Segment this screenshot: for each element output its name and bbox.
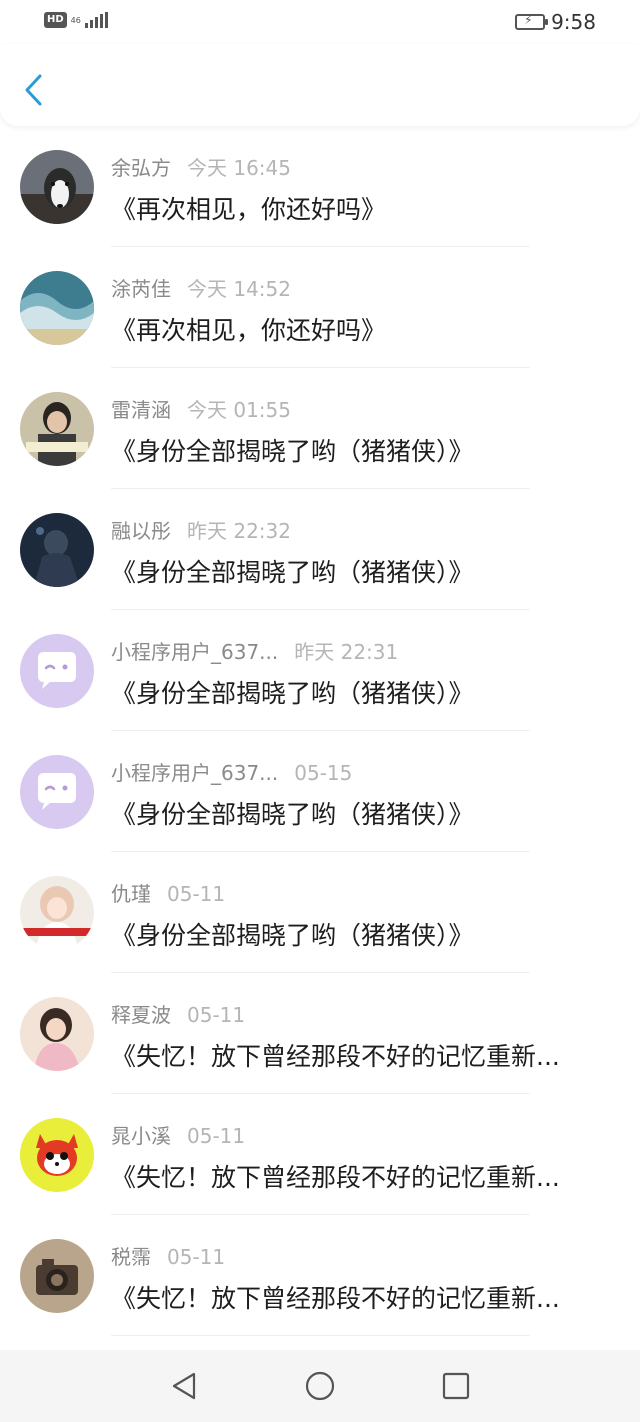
- circle-home-icon[interactable]: [304, 1370, 336, 1402]
- message-time: 05-11: [187, 1124, 246, 1148]
- list-item[interactable]: 释夏波 05-11 《失忆！放下曾经那段不好的记忆重新...: [0, 973, 640, 1094]
- hd-badge: HD: [44, 12, 67, 28]
- avatar: [20, 271, 94, 345]
- list-item[interactable]: 小程序用户_637... 昨天 22:31 《身份全部揭晓了哟（猪猪侠）》: [0, 610, 640, 731]
- sender-name: 小程序用户_637...: [111, 761, 279, 785]
- message-time: 05-15: [294, 761, 353, 785]
- message-time: 今天 16:45: [187, 156, 291, 180]
- avatar: [20, 1239, 94, 1313]
- message-meta: 涂芮佳 今天 14:52: [111, 273, 291, 302]
- message-title: 《身份全部揭晓了哟（猪猪侠）》: [111, 437, 474, 466]
- avatar: [20, 392, 94, 466]
- sender-name: 雷清涵: [111, 398, 171, 422]
- message-time: 今天 01:55: [187, 398, 291, 422]
- list-item[interactable]: 雷清涵 今天 01:55 《身份全部揭晓了哟（猪猪侠）》: [0, 368, 640, 489]
- message-meta: 融以彤 昨天 22:32: [111, 515, 291, 544]
- message-time: 05-11: [167, 1245, 226, 1269]
- message-time: 今天 14:52: [187, 277, 291, 301]
- status-time: 9:58: [551, 10, 596, 34]
- sender-name: 小程序用户_637...: [111, 640, 279, 664]
- chat-bubble-icon: [20, 634, 94, 708]
- list-item[interactable]: 小程序用户_637... 05-15 《身份全部揭晓了哟（猪猪侠）》: [0, 731, 640, 852]
- avatar: [20, 513, 94, 587]
- message-meta: 税霈 05-11: [111, 1241, 225, 1270]
- status-right: ⚡ 9:58: [515, 10, 596, 34]
- avatar: [20, 997, 94, 1071]
- message-title: 《再次相见，你还好吗》: [111, 316, 387, 345]
- triangle-back-icon[interactable]: [168, 1370, 200, 1402]
- message-title: 《失忆！放下曾经那段不好的记忆重新...: [111, 1284, 560, 1313]
- list-item[interactable]: 涂芮佳 今天 14:52 《再次相见，你还好吗》: [0, 247, 640, 368]
- message-time: 昨天 22:32: [187, 519, 291, 543]
- message-list: 余弘方 今天 16:45 《再次相见，你还好吗》 涂芮佳 今天 14:52 《再次相…: [0, 126, 640, 1336]
- sender-name: 涂芮佳: [111, 277, 171, 301]
- network-label: 46: [70, 15, 81, 25]
- list-item[interactable]: 晁小溪 05-11 《失忆！放下曾经那段不好的记忆重新...: [0, 1094, 640, 1215]
- chat-bubble-icon: [20, 755, 94, 829]
- chevron-left-icon[interactable]: [20, 72, 50, 108]
- message-meta: 雷清涵 今天 01:55: [111, 394, 291, 423]
- list-item[interactable]: 税霈 05-11 《失忆！放下曾经那段不好的记忆重新...: [0, 1215, 640, 1336]
- signal-icon: [84, 12, 108, 28]
- message-title: 《身份全部揭晓了哟（猪猪侠）》: [111, 558, 474, 587]
- sender-name: 税霈: [111, 1245, 151, 1269]
- system-nav-bar: [0, 1350, 640, 1422]
- status-left: HD 46: [44, 12, 108, 28]
- list-item[interactable]: 余弘方 今天 16:45 《再次相见，你还好吗》: [0, 126, 640, 247]
- message-title: 《身份全部揭晓了哟（猪猪侠）》: [111, 679, 474, 708]
- message-meta: 仇瑾 05-11: [111, 878, 225, 907]
- message-title: 《身份全部揭晓了哟（猪猪侠）》: [111, 921, 474, 950]
- message-time: 昨天 22:31: [294, 640, 399, 664]
- network-type: 46: [71, 16, 81, 25]
- message-meta: 晁小溪 05-11: [111, 1120, 245, 1149]
- message-title: 《失忆！放下曾经那段不好的记忆重新...: [111, 1042, 560, 1071]
- message-time: 05-11: [187, 1003, 246, 1027]
- battery-charging-icon: ⚡: [515, 13, 549, 30]
- list-item[interactable]: 融以彤 昨天 22:32 《身份全部揭晓了哟（猪猪侠）》: [0, 489, 640, 610]
- sender-name: 余弘方: [111, 156, 171, 180]
- message-time: 05-11: [167, 882, 226, 906]
- message-title: 《失忆！放下曾经那段不好的记忆重新...: [111, 1163, 560, 1192]
- avatar: [20, 876, 94, 950]
- top-app-bar: [0, 44, 640, 126]
- sender-name: 融以彤: [111, 519, 171, 543]
- status-bar: HD 46 ⚡ 9:58: [0, 0, 640, 44]
- divider: [111, 1335, 530, 1336]
- message-meta: 小程序用户_637... 昨天 22:31: [111, 636, 398, 665]
- avatar: [20, 1118, 94, 1192]
- square-recents-icon[interactable]: [440, 1370, 472, 1402]
- message-title: 《再次相见，你还好吗》: [111, 195, 387, 224]
- list-item[interactable]: 仇瑾 05-11 《身份全部揭晓了哟（猪猪侠）》: [0, 852, 640, 973]
- avatar: [20, 150, 94, 224]
- message-meta: 释夏波 05-11: [111, 999, 245, 1028]
- message-meta: 小程序用户_637... 05-15: [111, 757, 352, 786]
- message-title: 《身份全部揭晓了哟（猪猪侠）》: [111, 800, 474, 829]
- sender-name: 释夏波: [111, 1003, 171, 1027]
- message-meta: 余弘方 今天 16:45: [111, 152, 291, 181]
- sender-name: 仇瑾: [111, 882, 151, 906]
- sender-name: 晁小溪: [111, 1124, 171, 1148]
